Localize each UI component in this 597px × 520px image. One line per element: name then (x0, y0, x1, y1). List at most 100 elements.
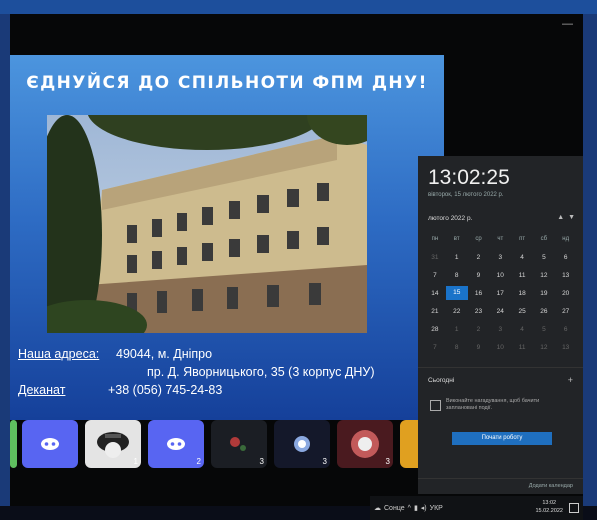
calendar-day[interactable]: 15 (445, 286, 468, 300)
window-minimize-icon[interactable]: — (562, 18, 573, 30)
calendar-day[interactable]: 4 (511, 254, 533, 261)
calendar-day[interactable]: 7 (424, 344, 446, 351)
discord-tile-2[interactable]: 2 (148, 420, 204, 468)
calendar-day[interactable]: 13 (555, 344, 577, 351)
calendar-day[interactable]: 27 (555, 308, 577, 315)
calendar-day[interactable]: 28 (424, 326, 446, 333)
slide: ЄДНУЙСЯ ДО СПІЛЬНОТИ ФПМ ДНУ! Наша адрес… (10, 55, 444, 420)
network-icon[interactable]: ▮ (414, 504, 418, 512)
slide-title: ЄДНУЙСЯ ДО СПІЛЬНОТИ ФПМ ДНУ! (26, 73, 428, 93)
app-tile-dark-1[interactable]: 3 (211, 420, 267, 468)
calendar-day[interactable]: 19 (533, 290, 555, 297)
taskbar-date: 15.02.2022 (535, 508, 563, 514)
discord-tile[interactable] (22, 420, 78, 468)
calendar-day[interactable]: 25 (511, 308, 533, 315)
weekday: пн (431, 236, 439, 242)
desktop-right-edge (583, 14, 597, 506)
volume-icon[interactable]: ◂) (421, 504, 427, 512)
calendar-day[interactable]: 1 (446, 254, 468, 261)
calendar-day[interactable]: 26 (533, 308, 555, 315)
weekday-header: пн вт ср чт пт сб нд (424, 230, 577, 248)
desktop-left-edge (0, 14, 10, 506)
calendar-icon (430, 400, 441, 411)
avatar-tile[interactable]: 1 (85, 420, 141, 468)
calendar-day[interactable]: 13 (555, 272, 577, 279)
divider (418, 367, 583, 368)
calendar-day[interactable]: 10 (489, 344, 511, 351)
app-tile-green[interactable] (10, 420, 17, 468)
calendar-day[interactable]: 31 (424, 254, 446, 261)
weather-label[interactable]: Сонце (384, 505, 405, 512)
desktop-top-edge (0, 0, 597, 14)
calendar-day[interactable]: 8 (446, 272, 468, 279)
system-tray: ☁ Сонце ^ ▮ ◂) УКР (374, 496, 443, 520)
calendar-day[interactable]: 5 (533, 326, 555, 333)
calendar-day[interactable]: 22 (446, 308, 468, 315)
flyout-date[interactable]: вівторок, 15 лютого 2022 р. (428, 192, 504, 198)
weekday: пт (519, 236, 526, 242)
month-nav[interactable]: ▲ ▼ (557, 214, 575, 221)
calendar-grid: пн вт ср чт пт сб нд 31 1 2 3 4 5 6 7 8 9 10 11 12 13… (424, 230, 577, 356)
calendar-day[interactable]: 23 (468, 308, 490, 315)
calendar-day[interactable]: 3 (489, 254, 511, 261)
calendar-week: 7 8 9 10 11 12 13 (424, 338, 577, 356)
weekday: нд (562, 236, 570, 242)
calendar-week: 28 1 2 3 4 5 6 (424, 320, 577, 338)
tile-badge: 2 (196, 457, 201, 466)
calendar-day[interactable]: 21 (424, 308, 446, 315)
deanery-label: Деканат (18, 383, 66, 397)
taskbar: ☁ Сонце ^ ▮ ◂) УКР 13:02 15.02.2022 (370, 496, 583, 520)
calendar-day[interactable]: 12 (533, 344, 555, 351)
add-calendar-link[interactable]: Додати календар (529, 483, 573, 489)
app-tile-red[interactable]: 3 (337, 420, 393, 468)
add-event-icon[interactable]: + (568, 375, 573, 385)
weather-icon[interactable]: ☁ (374, 504, 381, 512)
address-line-1: 49044, м. Дніпро (116, 347, 213, 361)
calendar-day[interactable]: 7 (424, 272, 446, 279)
weekday: сб (540, 236, 548, 242)
flyout-clock: 13:02:25 (428, 166, 510, 189)
calendar-week: 31 1 2 3 4 5 6 (424, 248, 577, 266)
language-indicator[interactable]: УКР (430, 505, 443, 512)
calendar-day[interactable]: 9 (468, 344, 490, 351)
month-label[interactable]: лютого 2022 р. (428, 215, 472, 222)
calendar-day[interactable]: 3 (489, 326, 511, 333)
calendar-week: 14 15 16 17 18 19 20 (424, 284, 577, 302)
tile-badge: 3 (385, 457, 390, 466)
calendar-day[interactable]: 14 (424, 290, 446, 297)
get-started-button[interactable]: Почати роботу (452, 432, 552, 445)
calendar-day[interactable]: 4 (511, 326, 533, 333)
calendar-day[interactable]: 6 (555, 254, 577, 261)
weekday: чт (497, 236, 504, 242)
phone-number: +38 (056) 745-24-83 (108, 383, 223, 397)
calendar-flyout: 13:02:25 вівторок, 15 лютого 2022 р. лют… (418, 156, 583, 494)
app-tile-dark-2[interactable]: 3 (274, 420, 330, 468)
calendar-day[interactable]: 16 (468, 290, 490, 297)
discord-icon (41, 438, 59, 450)
calendar-day[interactable]: 2 (468, 326, 490, 333)
calendar-day[interactable]: 11 (511, 344, 533, 351)
chevron-up-icon[interactable]: ^ (408, 505, 411, 512)
calendar-day[interactable]: 18 (511, 290, 533, 297)
calendar-day[interactable]: 24 (489, 308, 511, 315)
notification-icon[interactable] (569, 503, 579, 513)
calendar-day[interactable]: 2 (468, 254, 490, 261)
calendar-day[interactable]: 5 (533, 254, 555, 261)
calendar-day[interactable]: 8 (446, 344, 468, 351)
tile-badge: 3 (259, 457, 264, 466)
calendar-day[interactable]: 12 (533, 272, 555, 279)
calendar-day[interactable]: 10 (489, 272, 511, 279)
calendar-day[interactable]: 9 (468, 272, 490, 279)
calendar-day[interactable]: 20 (555, 290, 577, 297)
chevron-down-icon[interactable]: ▼ (568, 214, 575, 221)
taskbar-clock[interactable]: 13:02 15.02.2022 (535, 499, 563, 515)
tile-badge: 1 (133, 457, 138, 466)
chevron-up-icon[interactable]: ▲ (557, 214, 564, 221)
building-photo (47, 115, 367, 333)
calendar-day[interactable]: 6 (555, 326, 577, 333)
address-label: Наша адреса: (18, 347, 100, 361)
calendar-day[interactable]: 17 (489, 290, 511, 297)
calendar-day[interactable]: 1 (446, 326, 468, 333)
app-strip: 1 2 3 3 3 (10, 420, 444, 472)
calendar-day[interactable]: 11 (511, 272, 533, 279)
